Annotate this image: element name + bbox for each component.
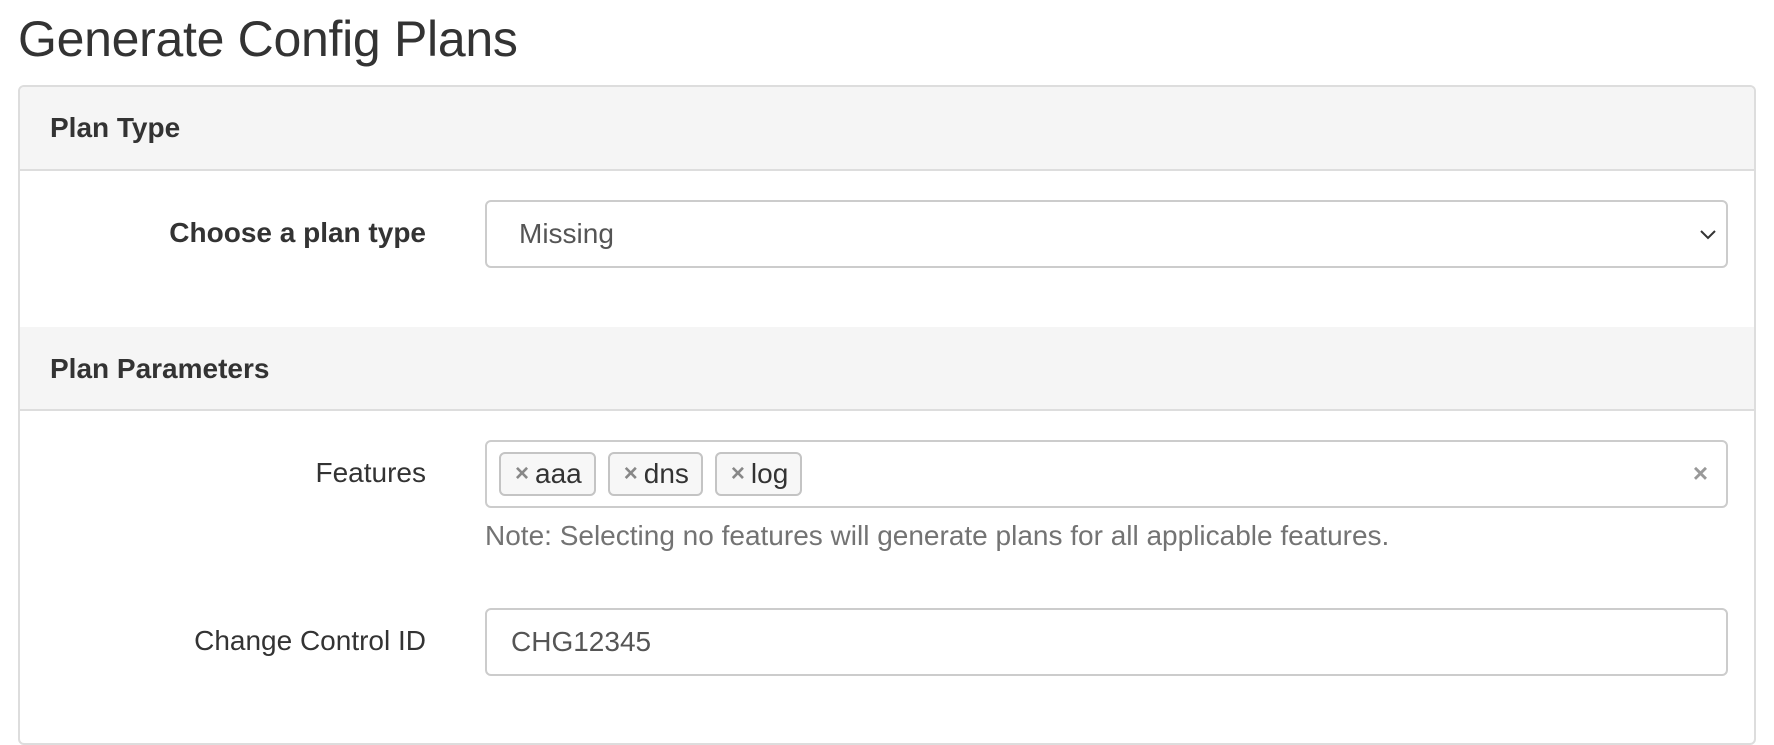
feature-tag-aaa: × aaa bbox=[499, 452, 596, 496]
features-multiselect[interactable]: × aaa × dns × log × bbox=[485, 440, 1728, 508]
change-control-label: Change Control ID bbox=[194, 625, 426, 656]
close-icon[interactable]: × bbox=[731, 460, 745, 488]
features-help-text: Note: Selecting no features will generat… bbox=[485, 520, 1390, 551]
plan-parameters-heading-text: Plan Parameters bbox=[50, 353, 270, 384]
close-icon[interactable]: × bbox=[624, 460, 638, 488]
features-tag-list: × aaa × dns × log bbox=[499, 452, 803, 496]
plan-type-select[interactable]: Missing bbox=[485, 200, 1728, 268]
change-control-value: CHG12345 bbox=[511, 626, 652, 657]
config-plan-form-panel: Plan Type Choose a plan type Missing Pla… bbox=[18, 85, 1756, 745]
features-label: Features bbox=[315, 457, 427, 488]
feature-tag-label: log bbox=[750, 458, 789, 489]
plan-parameters-heading: Plan Parameters bbox=[20, 327, 1754, 411]
chevron-down-icon bbox=[1700, 230, 1716, 240]
feature-tag-label: dns bbox=[643, 458, 689, 489]
change-control-input[interactable]: CHG12345 bbox=[485, 608, 1728, 676]
clear-all-icon[interactable]: × bbox=[1693, 458, 1708, 489]
plan-type-heading-text: Plan Type bbox=[50, 112, 181, 143]
page-title: Generate Config Plans bbox=[18, 11, 518, 67]
plan-type-label: Choose a plan type bbox=[169, 217, 426, 248]
feature-tag-label: aaa bbox=[535, 458, 582, 489]
feature-tag-log: × log bbox=[714, 452, 803, 496]
close-icon[interactable]: × bbox=[515, 460, 529, 488]
feature-tag-dns: × dns bbox=[607, 452, 703, 496]
plan-type-select-value: Missing bbox=[519, 218, 614, 249]
plan-type-heading: Plan Type bbox=[20, 87, 1754, 171]
